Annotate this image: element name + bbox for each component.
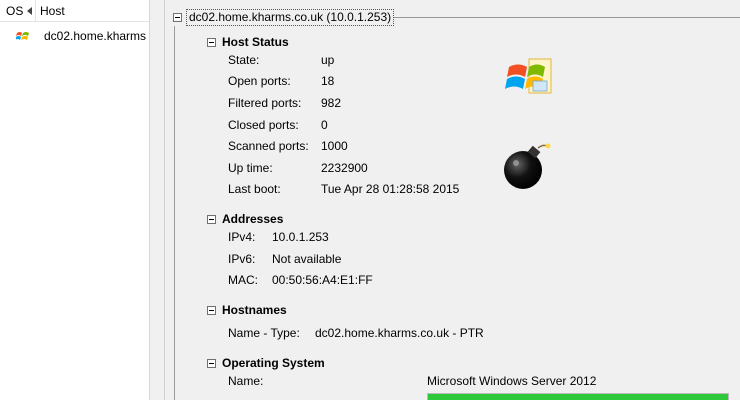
ipv6-label: IPv6: bbox=[228, 252, 256, 266]
closed-ports-label: Closed ports: bbox=[228, 118, 299, 132]
up-time-label: Up time: bbox=[228, 161, 273, 175]
column-header-os[interactable]: OS bbox=[0, 0, 36, 22]
ipv4-label: IPv4: bbox=[228, 230, 256, 244]
mac-label: MAC: bbox=[228, 273, 258, 287]
section-heading: Hostnames bbox=[222, 303, 287, 317]
host-list-panel: OS Host dc02.home.kharms bbox=[0, 0, 150, 400]
host-tree-node[interactable]: dc02.home.kharms.co.uk (10.0.1.253) bbox=[173, 8, 395, 26]
host-name-label: dc02.home.kharms bbox=[44, 29, 147, 43]
os-accuracy-fill bbox=[428, 394, 728, 400]
scanned-ports-label: Scanned ports: bbox=[228, 139, 309, 153]
name-type-value: dc02.home.kharms.co.uk - PTR bbox=[315, 326, 484, 340]
sort-arrow-icon bbox=[27, 6, 32, 15]
collapse-icon[interactable] bbox=[173, 12, 182, 22]
column-host-label: Host bbox=[40, 3, 65, 18]
collapse-icon[interactable] bbox=[207, 358, 216, 368]
mac-value: 00:50:56:A4:E1:FF bbox=[272, 273, 373, 287]
ipv4-value: 10.0.1.253 bbox=[272, 230, 329, 244]
last-boot-label: Last boot: bbox=[228, 182, 281, 196]
filtered-ports-label: Filtered ports: bbox=[228, 96, 302, 110]
splitter[interactable] bbox=[151, 0, 164, 400]
os-name-value: Microsoft Windows Server 2012 bbox=[427, 374, 597, 388]
host-list-header: OS Host bbox=[0, 0, 149, 22]
section-addresses[interactable]: Addresses bbox=[207, 212, 283, 226]
host-title: dc02.home.kharms.co.uk (10.0.1.253) bbox=[186, 8, 395, 26]
up-time-value: 2232900 bbox=[321, 161, 368, 175]
state-label: State: bbox=[228, 53, 260, 67]
open-ports-value: 18 bbox=[321, 74, 335, 88]
bomb-icon bbox=[501, 140, 557, 192]
windows-logo-icon bbox=[503, 57, 555, 97]
collapse-icon[interactable] bbox=[207, 214, 216, 224]
section-heading: Host Status bbox=[222, 35, 289, 49]
host-details-panel: dc02.home.kharms.co.uk (10.0.1.253) Host… bbox=[164, 0, 740, 400]
open-ports-label: Open ports: bbox=[228, 74, 291, 88]
ipv6-value: Not available bbox=[272, 252, 342, 266]
os-accuracy-bar bbox=[427, 393, 729, 400]
section-operating-system[interactable]: Operating System bbox=[207, 356, 325, 370]
collapse-icon[interactable] bbox=[207, 305, 216, 315]
windows-os-icon bbox=[15, 30, 30, 42]
last-boot-value: Tue Apr 28 01:28:58 2015 bbox=[321, 182, 460, 196]
section-heading: Operating System bbox=[222, 356, 325, 370]
state-value: up bbox=[321, 53, 335, 67]
scanned-ports-value: 1000 bbox=[321, 139, 348, 153]
column-os-label: OS bbox=[6, 3, 24, 18]
closed-ports-value: 0 bbox=[321, 118, 328, 132]
section-hostnames[interactable]: Hostnames bbox=[207, 303, 287, 317]
os-name-label: Name: bbox=[228, 374, 264, 388]
section-heading: Addresses bbox=[222, 212, 284, 226]
name-type-label: Name - Type: bbox=[228, 326, 300, 340]
host-list-item[interactable]: dc02.home.kharms bbox=[0, 25, 149, 47]
filtered-ports-value: 982 bbox=[321, 96, 342, 110]
collapse-icon[interactable] bbox=[207, 37, 216, 47]
section-host-status[interactable]: Host Status bbox=[207, 35, 289, 49]
column-header-host[interactable]: Host bbox=[36, 0, 149, 22]
